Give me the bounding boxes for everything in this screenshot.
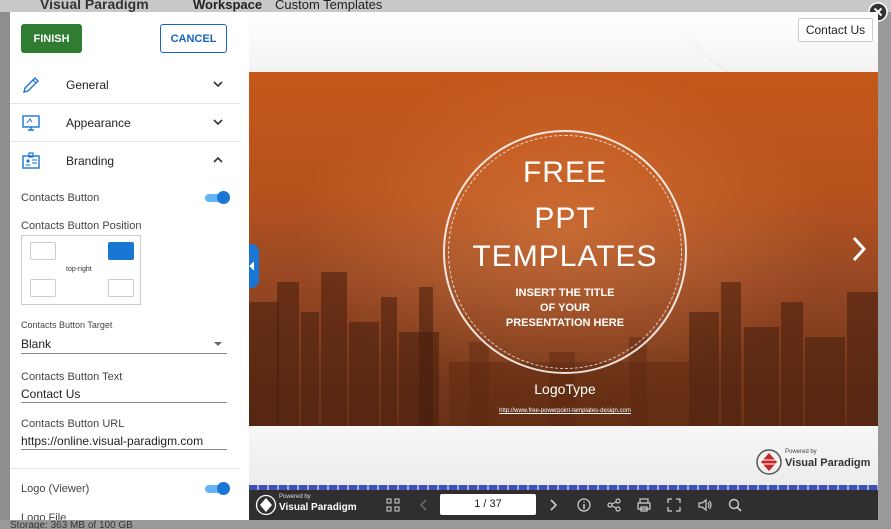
section-general[interactable]: General <box>10 66 240 104</box>
flipbook-viewer: FREE PPT TEMPLATES INSERT THE TITLE OF Y… <box>249 12 878 520</box>
section-appearance-label: Appearance <box>66 116 131 130</box>
vp-logo-icon <box>756 449 782 475</box>
slide-subtitle-line3: PRESENTATION HERE <box>505 317 625 329</box>
slide-subtitle-line1: INSERT THE TITLE <box>515 287 615 299</box>
contacts-button-position-label: Contacts Button Position <box>21 220 142 232</box>
toolbar-powered-by: Powered by <box>279 494 311 500</box>
logo-viewer-toggle[interactable] <box>205 482 230 496</box>
page-indicator[interactable]: 1 / 37 <box>440 494 536 515</box>
cancel-button[interactable]: CANCEL <box>160 24 227 53</box>
chevron-up-icon <box>213 156 223 163</box>
previous-page-icon[interactable] <box>416 497 432 513</box>
contacts-button-text-label: Contacts Button Text <box>21 371 123 383</box>
sound-icon[interactable] <box>697 497 713 513</box>
contacts-button-target-label: Contacts Button Target <box>21 320 113 330</box>
toolbar-vp-brand[interactable]: Powered by Visual Paradigm <box>255 493 365 517</box>
slide-url[interactable]: http://www.free-powerpoint-templates-des… <box>475 408 655 414</box>
contacts-button-url-input[interactable] <box>21 432 227 450</box>
panel-divider <box>10 468 240 469</box>
contacts-button-target-select[interactable]: Blank <box>21 334 227 354</box>
id-badge-icon <box>22 152 40 169</box>
slide-bottom-band: Powered by Visual Paradigm <box>249 426 878 485</box>
contacts-button-toggle[interactable] <box>205 191 230 205</box>
position-bottom-right[interactable] <box>108 279 134 297</box>
slide-main: FREE PPT TEMPLATES INSERT THE TITLE OF Y… <box>249 72 878 426</box>
section-branding-label: Branding <box>66 154 115 168</box>
background-tab-custom-templates[interactable]: Custom Templates <box>275 0 382 12</box>
background-logo: Visual Paradigm <box>40 0 149 12</box>
slide-brand-name: Visual Paradigm <box>785 457 871 469</box>
logo-viewer-label: Logo (Viewer) <box>21 483 90 495</box>
thumbnails-grid-icon[interactable] <box>385 497 401 513</box>
background-right-strip <box>878 12 891 520</box>
next-slide-arrow-icon[interactable] <box>847 234 871 264</box>
background-left-strip <box>0 12 10 521</box>
next-page-icon[interactable] <box>545 497 561 513</box>
background-top-bar: Visual Paradigm Workspace Custom Templat… <box>0 0 891 12</box>
toolbar-brand-name: Visual Paradigm <box>279 502 357 513</box>
slide-powered-by: Powered by <box>785 449 817 455</box>
chevron-left-icon <box>249 261 255 271</box>
section-branding[interactable]: Branding <box>10 142 240 180</box>
background-tab-workspace[interactable]: Workspace <box>193 0 262 12</box>
chevron-down-icon <box>213 81 223 88</box>
slide-logotype: LogoType <box>534 381 596 397</box>
fullscreen-icon[interactable] <box>666 497 682 513</box>
collapse-panel-handle[interactable] <box>249 244 259 288</box>
chevron-down-icon <box>213 119 223 126</box>
slide-title-line2: PPT <box>534 202 596 235</box>
contacts-button-text-input[interactable] <box>21 385 227 403</box>
search-icon[interactable] <box>727 497 743 513</box>
share-icon[interactable] <box>606 497 622 513</box>
slide-title-line1: FREE <box>522 156 607 189</box>
slide-vp-brand: Powered by Visual Paradigm <box>755 448 877 478</box>
logo-file-label: Logo File <box>21 512 67 520</box>
slide-title-line3: TEMPLATES <box>472 240 658 273</box>
contacts-button-url-label: Contacts Button URL <box>21 418 125 430</box>
print-icon[interactable] <box>636 497 652 513</box>
position-picker: top-right <box>21 235 141 305</box>
finish-button[interactable]: FINISH <box>21 24 82 53</box>
dropdown-arrow-icon <box>214 342 222 346</box>
section-appearance[interactable]: Appearance <box>10 104 240 142</box>
position-bottom-left[interactable] <box>30 279 56 297</box>
position-value-text: top-right <box>66 266 92 273</box>
slide-top-band <box>249 12 878 112</box>
position-top-right[interactable] <box>108 242 134 260</box>
background-bottom-strip: Storage: 363 MB of 100 GB <box>0 520 891 529</box>
settings-panel: FINISH CANCEL General Appearance Brandin… <box>10 12 249 520</box>
background-storage-text: Storage: 363 MB of 100 GB <box>10 520 133 529</box>
info-icon[interactable] <box>576 497 592 513</box>
slide-subtitle-line2: OF YOUR <box>540 302 590 314</box>
contacts-button-label: Contacts Button <box>21 192 100 204</box>
contact-us-button[interactable]: Contact Us <box>798 18 873 42</box>
vp-logo-icon <box>255 494 277 516</box>
section-general-label: General <box>66 78 109 92</box>
monitor-icon <box>22 115 40 131</box>
target-select-value: Blank <box>21 337 52 351</box>
pencil-icon <box>23 77 39 93</box>
viewer-toolbar: Powered by Visual Paradigm 1 / 37 <box>249 490 878 520</box>
position-top-left[interactable] <box>30 242 56 260</box>
